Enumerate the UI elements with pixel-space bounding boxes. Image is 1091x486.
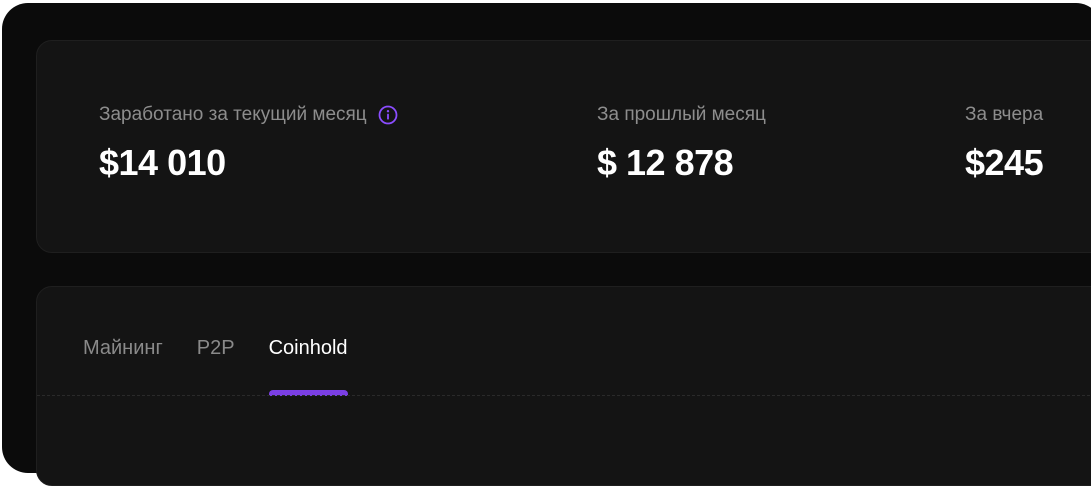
stat-yesterday-label: За вчера bbox=[965, 104, 1044, 125]
stat-yesterday: За вчера $245 bbox=[965, 104, 1044, 183]
tab-coinhold-label: Coinhold bbox=[268, 337, 348, 359]
info-icon[interactable] bbox=[378, 105, 398, 125]
stat-current-month-value: $14 010 bbox=[99, 142, 226, 183]
tab-bar: Майнинг P2P Coinhold bbox=[83, 335, 348, 396]
tabs-card: Майнинг P2P Coinhold bbox=[36, 286, 1091, 486]
tab-mining-label: Майнинг bbox=[83, 337, 163, 359]
stat-last-month-label: За прошлый месяц bbox=[597, 104, 766, 125]
stat-current-month-label-row: Заработано за текущий месяц bbox=[99, 104, 398, 126]
stat-yesterday-value: $245 bbox=[965, 142, 1044, 183]
tab-p2p[interactable]: P2P bbox=[197, 335, 235, 361]
tab-mining[interactable]: Майнинг bbox=[83, 335, 163, 361]
tab-coinhold[interactable]: Coinhold bbox=[268, 335, 348, 396]
stat-last-month-value: $ 12 878 bbox=[597, 142, 734, 183]
stat-last-month: За прошлый месяц $ 12 878 bbox=[597, 104, 766, 183]
app-frame: Заработано за текущий месяц $14 010 За п… bbox=[2, 3, 1091, 486]
tabs-divider bbox=[37, 395, 1091, 396]
stat-current-month: Заработано за текущий месяц $14 010 bbox=[99, 104, 398, 183]
earnings-stats-card: Заработано за текущий месяц $14 010 За п… bbox=[36, 40, 1091, 253]
stat-current-month-label: Заработано за текущий месяц bbox=[99, 104, 367, 125]
tab-p2p-label: P2P bbox=[196, 337, 235, 359]
